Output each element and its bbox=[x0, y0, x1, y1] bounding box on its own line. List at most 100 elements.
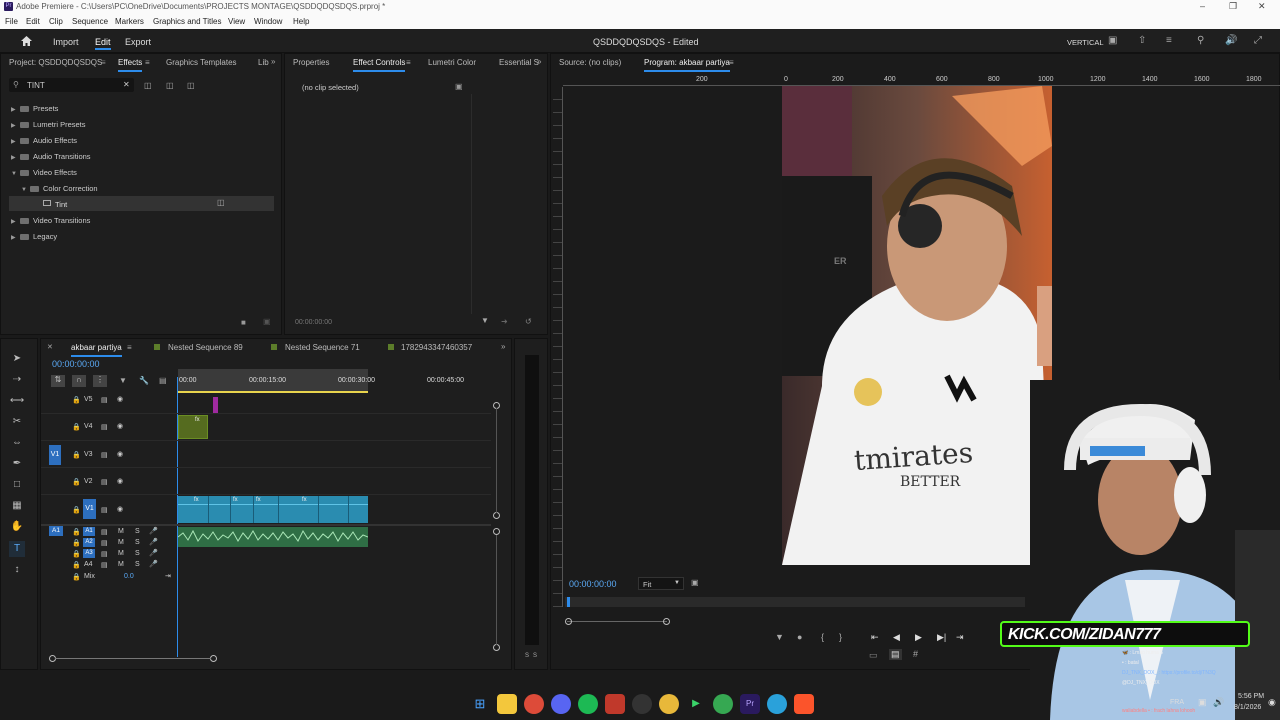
lock-icon[interactable]: 🔒 bbox=[72, 539, 81, 547]
rectangle-tool-icon[interactable]: □ bbox=[9, 477, 25, 493]
zoom-handle-left[interactable] bbox=[565, 618, 572, 625]
menu-sequence[interactable]: Sequence bbox=[72, 17, 108, 26]
solo-button[interactable]: S bbox=[135, 528, 140, 535]
notification-icon[interactable]: ◉ bbox=[1268, 697, 1276, 708]
sync-lock-icon[interactable]: ▤ bbox=[101, 451, 108, 459]
tab-lumetri-color[interactable]: Lumetri Color bbox=[428, 58, 476, 67]
vertical-type-tool-icon[interactable]: ↕ bbox=[9, 562, 25, 578]
grid-icon[interactable]: # bbox=[913, 649, 918, 659]
more-tabs-icon[interactable]: » bbox=[271, 57, 275, 66]
audio-scroll-handle[interactable] bbox=[493, 644, 500, 651]
home-icon[interactable] bbox=[20, 34, 33, 47]
menu-window[interactable]: Window bbox=[254, 17, 282, 26]
file-explorer-icon[interactable] bbox=[497, 694, 517, 714]
lock-icon[interactable]: 🔒 bbox=[72, 561, 81, 569]
more-tabs-icon[interactable]: » bbox=[501, 342, 505, 351]
captions-icon[interactable]: ▤ bbox=[159, 376, 167, 385]
timeline-timecode[interactable]: 00:00:00:00 bbox=[52, 359, 100, 369]
github-icon[interactable] bbox=[632, 694, 652, 714]
close-tab-icon[interactable]: ✕ bbox=[47, 343, 53, 351]
nav-import[interactable]: Import bbox=[53, 37, 79, 47]
premiere-icon[interactable]: Pr bbox=[740, 694, 760, 714]
menu-help[interactable]: Help bbox=[293, 17, 309, 26]
lock-icon[interactable]: 🔒 bbox=[72, 423, 81, 431]
tab-effects[interactable]: Effects bbox=[118, 58, 143, 72]
menu-view[interactable]: View bbox=[228, 17, 245, 26]
minimize-icon[interactable]: – bbox=[1200, 1, 1205, 11]
tab-nested-sequence-71[interactable]: Nested Sequence 71 bbox=[285, 343, 360, 352]
sync-lock-icon[interactable]: ▤ bbox=[101, 539, 108, 547]
tab-essential-sound[interactable]: Essential S bbox=[499, 58, 539, 67]
mute-button[interactable]: M bbox=[118, 528, 124, 535]
linked-selection-icon[interactable]: ⋮ bbox=[93, 375, 107, 387]
safe-margins-icon[interactable]: ▭ bbox=[869, 650, 878, 661]
nested-clip-v4[interactable]: fx bbox=[178, 415, 208, 439]
delete-icon[interactable]: ▣ bbox=[263, 317, 271, 326]
timeline-zoom-right[interactable] bbox=[210, 655, 217, 662]
mark-out-icon[interactable]: } bbox=[839, 632, 842, 642]
razor-tool-icon[interactable]: ✂ bbox=[9, 414, 25, 430]
audio-scrollbar[interactable] bbox=[496, 535, 497, 645]
nest-toggle-icon[interactable]: ⇅ bbox=[51, 375, 65, 387]
workspace-label[interactable]: VERTICAL bbox=[1067, 38, 1104, 47]
audio-scroll-handle[interactable] bbox=[493, 528, 500, 535]
tree-audio-effects[interactable]: ▶ Audio Effects bbox=[11, 136, 77, 145]
volume-icon[interactable]: 🔊 bbox=[1225, 35, 1237, 46]
lock-icon[interactable]: 🔒 bbox=[72, 550, 81, 558]
menu-clip[interactable]: Clip bbox=[49, 17, 63, 26]
chrome-icon-2[interactable] bbox=[659, 694, 679, 714]
eye-icon[interactable]: ◉ bbox=[117, 505, 123, 513]
ripple-edit-tool-icon[interactable]: ⟷ bbox=[9, 393, 25, 409]
meter-solo-label[interactable]: S bbox=[533, 653, 537, 659]
sync-lock-icon[interactable]: ▤ bbox=[101, 396, 108, 404]
tree-color-correction[interactable]: ▼ Color Correction bbox=[21, 184, 98, 193]
tab-sequence-1782943347460357[interactable]: 1782943347460357 bbox=[401, 343, 472, 352]
go-to-out-icon[interactable]: ⇥ bbox=[956, 632, 964, 643]
eye-icon[interactable]: ◉ bbox=[117, 477, 123, 485]
brave-icon[interactable] bbox=[794, 694, 814, 714]
settings-icon[interactable]: ▣ bbox=[691, 578, 699, 587]
effects-menu-icon[interactable]: ≡ bbox=[145, 58, 150, 67]
tab-menu-icon[interactable]: ≡ bbox=[101, 58, 106, 67]
accelerated-effects-icon[interactable]: ◫ bbox=[144, 81, 152, 90]
menu-edit[interactable]: Edit bbox=[26, 17, 40, 26]
tab-nested-sequence-89[interactable]: Nested Sequence 89 bbox=[168, 343, 243, 352]
go-to-in-icon[interactable]: ⇤ bbox=[871, 632, 879, 643]
v1-clip-group[interactable]: fx fx fx fx bbox=[178, 496, 368, 523]
play-icon[interactable]: ▶ bbox=[915, 632, 922, 643]
network-icon[interactable]: ▣ bbox=[1198, 697, 1207, 708]
solo-button[interactable]: S bbox=[135, 561, 140, 568]
lock-icon[interactable]: 🔒 bbox=[72, 506, 81, 514]
step-back-icon[interactable]: ◀ bbox=[893, 632, 900, 643]
export-icon[interactable]: ➜ bbox=[501, 317, 508, 326]
new-bin-icon[interactable]: ■ bbox=[241, 318, 246, 327]
vertical-scrollbar[interactable] bbox=[496, 408, 497, 513]
tab-graphics-templates[interactable]: Graphics Templates bbox=[166, 58, 237, 67]
zoom-fit-dropdown[interactable]: Fit ▼ bbox=[638, 577, 684, 590]
tree-video-effects[interactable]: ▼ Video Effects bbox=[11, 168, 77, 177]
panel-layout-icon[interactable]: ▣ bbox=[1108, 35, 1117, 46]
track-a1-label[interactable]: A1 bbox=[83, 527, 95, 536]
mark-in-icon[interactable]: { bbox=[821, 632, 824, 642]
app-red-icon[interactable] bbox=[605, 694, 625, 714]
program-timecode[interactable]: 00:00:00:00 bbox=[569, 579, 617, 589]
eye-icon[interactable]: ◉ bbox=[117, 450, 123, 458]
timeline-menu-icon[interactable]: ≡ bbox=[127, 343, 132, 352]
tree-lumetri-presets[interactable]: ▶ Lumetri Presets bbox=[11, 120, 86, 129]
source-patch-v1[interactable]: V1 bbox=[49, 445, 61, 465]
sync-lock-icon[interactable]: ▤ bbox=[101, 506, 108, 514]
tab-effect-controls[interactable]: Effect Controls bbox=[353, 58, 406, 72]
sync-lock-icon[interactable]: ▤ bbox=[101, 478, 108, 486]
program-menu-icon[interactable]: ≡ bbox=[729, 58, 734, 67]
tab-project[interactable]: Project: QSDDQDQSDQS bbox=[9, 58, 102, 67]
play-icon[interactable]: ▶ bbox=[686, 694, 706, 714]
32bit-effects-icon[interactable]: ◫ bbox=[166, 81, 174, 90]
more-tabs-icon[interactable]: » bbox=[537, 57, 541, 66]
clock-date[interactable]: 8/1/2026 bbox=[1234, 704, 1261, 711]
clip-v5[interactable] bbox=[213, 397, 218, 413]
lock-icon[interactable]: 🔒 bbox=[72, 573, 81, 581]
restore-icon[interactable]: ❐ bbox=[1229, 1, 1237, 12]
track-select-tool-icon[interactable]: ⇢ bbox=[9, 372, 25, 388]
effect-controls-menu-icon[interactable]: ≡ bbox=[406, 58, 411, 67]
tree-audio-transitions[interactable]: ▶ Audio Transitions bbox=[11, 152, 91, 161]
